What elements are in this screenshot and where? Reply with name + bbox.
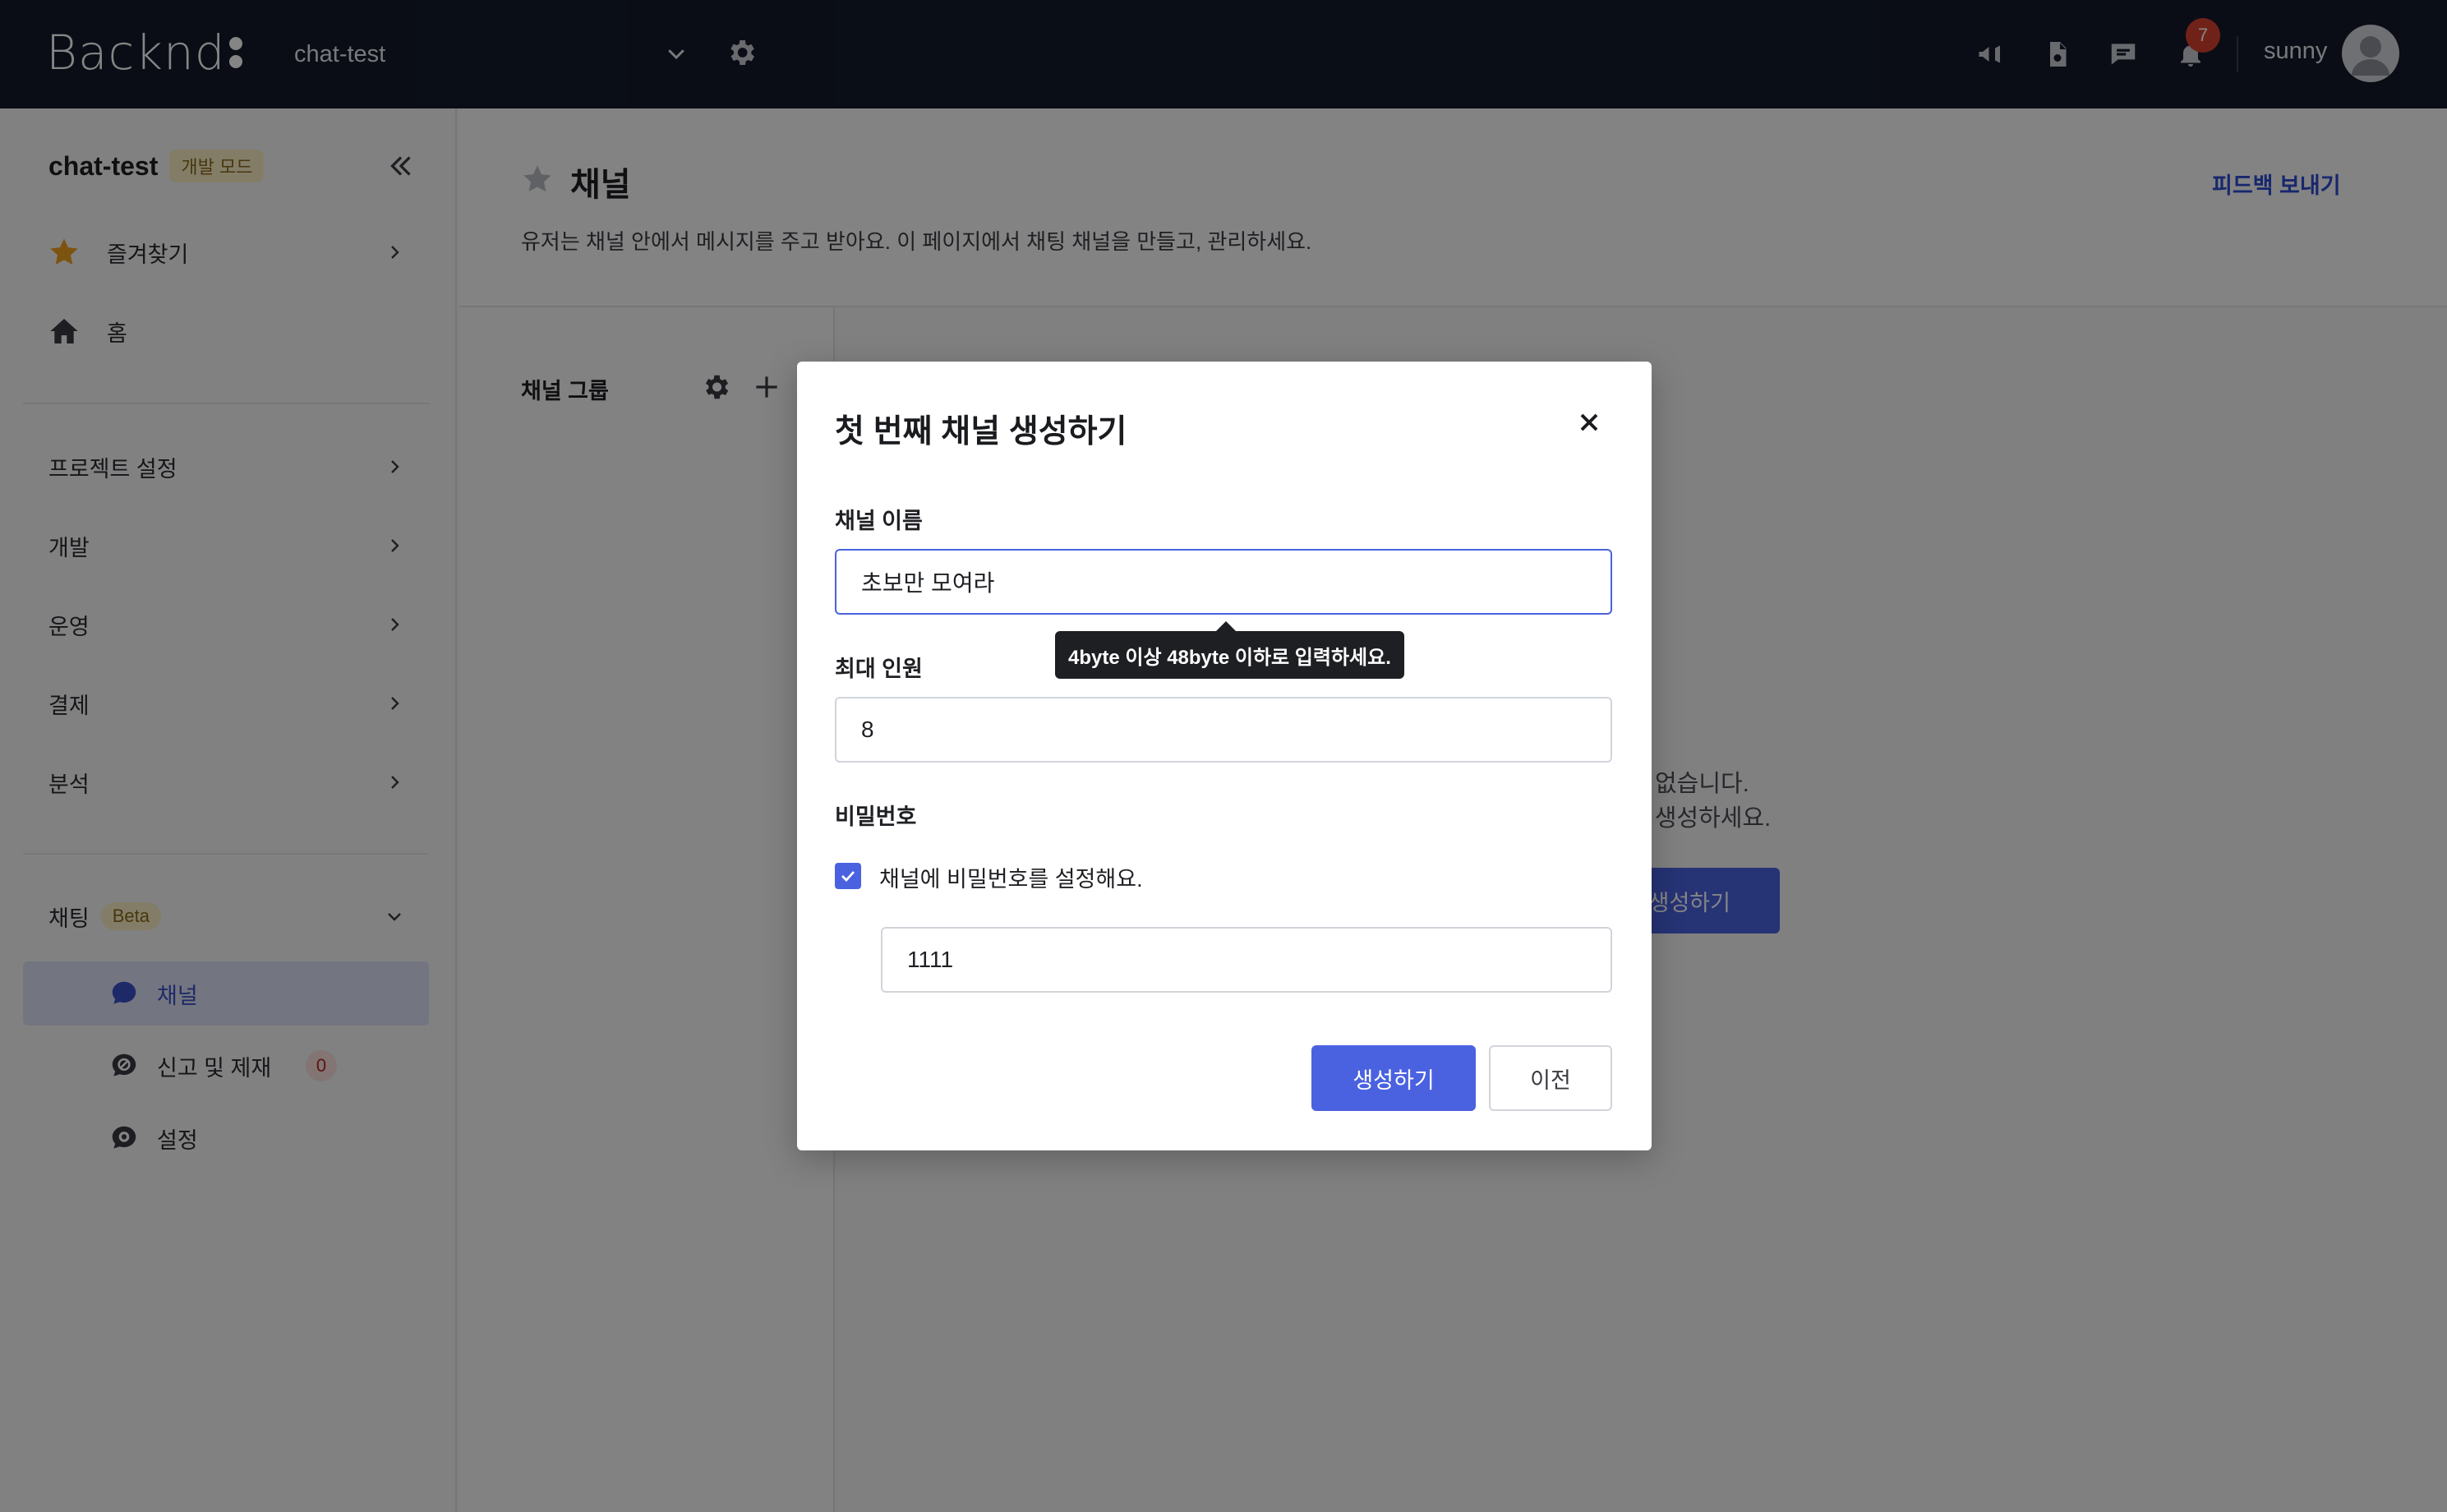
password-checkbox-label[interactable]: 채널에 비밀번호를 설정해요. bbox=[879, 861, 1143, 893]
modal-title: 첫 번째 채널 생성하기 bbox=[835, 414, 1127, 449]
checkmark-icon bbox=[841, 871, 855, 883]
max-members-input[interactable] bbox=[835, 697, 1612, 763]
max-members-label: 최대 인원 bbox=[835, 657, 923, 681]
channel-name-tooltip: 4byte 이상 48byte 이하로 입력하세요. bbox=[1055, 621, 1404, 679]
channel-name-input[interactable] bbox=[835, 549, 1612, 615]
password-checkbox[interactable] bbox=[835, 863, 861, 889]
password-label: 비밀번호 bbox=[835, 804, 917, 829]
create-channel-modal: 첫 번째 채널 생성하기 채널 이름 4byte 이상 48byte 이하로 입… bbox=[797, 362, 1652, 1150]
back-button[interactable]: 이전 bbox=[1489, 1045, 1612, 1111]
password-input[interactable] bbox=[881, 927, 1612, 993]
create-button[interactable]: 생성하기 bbox=[1311, 1045, 1476, 1111]
close-icon[interactable] bbox=[1574, 408, 1604, 437]
channel-name-label: 채널 이름 bbox=[835, 509, 923, 533]
